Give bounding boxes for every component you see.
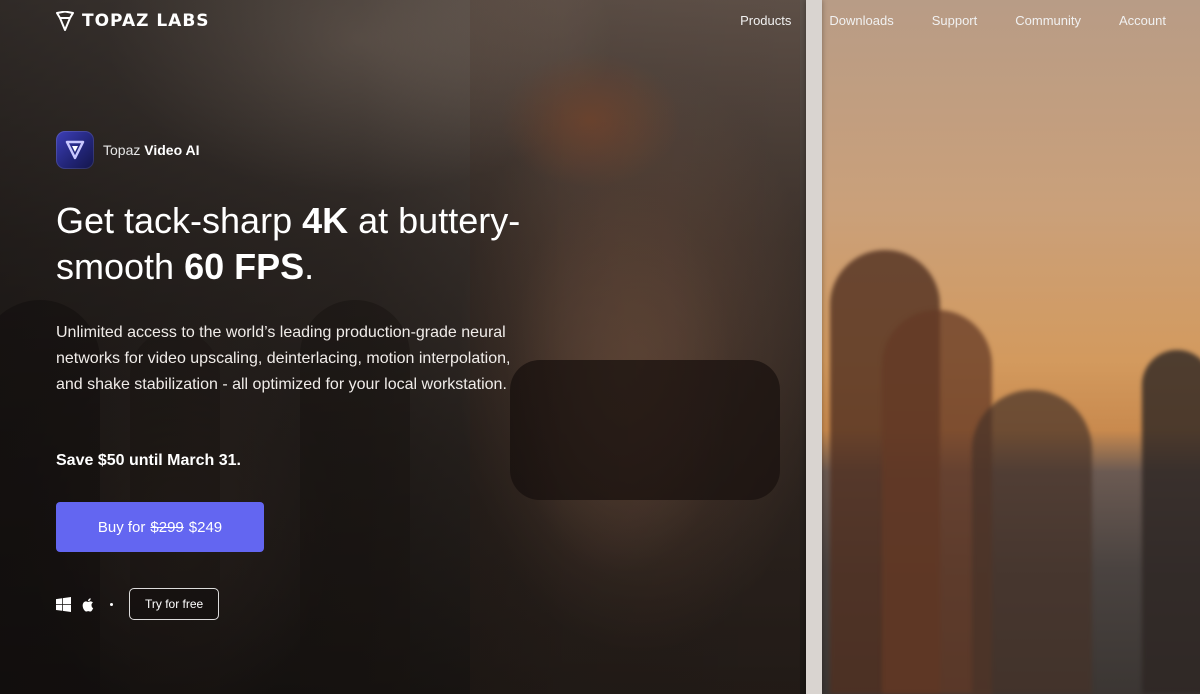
apple-icon — [82, 597, 94, 612]
hero-headline: Get tack-sharp 4K at buttery-smooth 60 F… — [56, 200, 521, 287]
buy-label: Buy for — [97, 518, 146, 536]
product-name: Topaz Video AI — [103, 142, 200, 158]
promo-text: Save $50 until March 31. — [56, 452, 241, 469]
nav-link-account[interactable]: Account — [1119, 13, 1166, 28]
product-badge: Topaz Video AI — [56, 131, 199, 169]
top-nav: TOPAZ LABS Products Downloads Support Co… — [0, 0, 1200, 42]
play-triangle-icon — [65, 140, 85, 160]
windows-icon — [56, 596, 71, 612]
nav-link-support[interactable]: Support — [932, 13, 978, 28]
brand-logo[interactable]: TOPAZ LABS — [56, 10, 210, 32]
try-for-free-button[interactable]: Try for free — [129, 588, 220, 620]
nav-links: Products Downloads Support Community Acc… — [740, 13, 1166, 28]
video-ai-app-icon — [56, 131, 94, 169]
new-price: $249 — [188, 518, 223, 536]
nav-link-community[interactable]: Community — [1015, 13, 1081, 28]
old-price: $299 — [150, 518, 184, 536]
brand-name: TOPAZ LABS — [82, 11, 210, 31]
topaz-logo-icon — [56, 11, 74, 31]
nav-link-downloads[interactable]: Downloads — [829, 13, 893, 28]
hero-image-after — [822, 0, 1200, 694]
separator-dot — [110, 602, 113, 606]
buy-button[interactable]: Buy for $299 $249 — [56, 502, 264, 552]
platform-row: Try for free — [56, 588, 220, 620]
nav-link-products[interactable]: Products — [740, 13, 791, 28]
page: TOPAZ LABS Products Downloads Support Co… — [0, 0, 1200, 694]
hero-description: Unlimited access to the world’s leading … — [56, 324, 511, 393]
comparison-slider-handle[interactable] — [806, 0, 822, 694]
